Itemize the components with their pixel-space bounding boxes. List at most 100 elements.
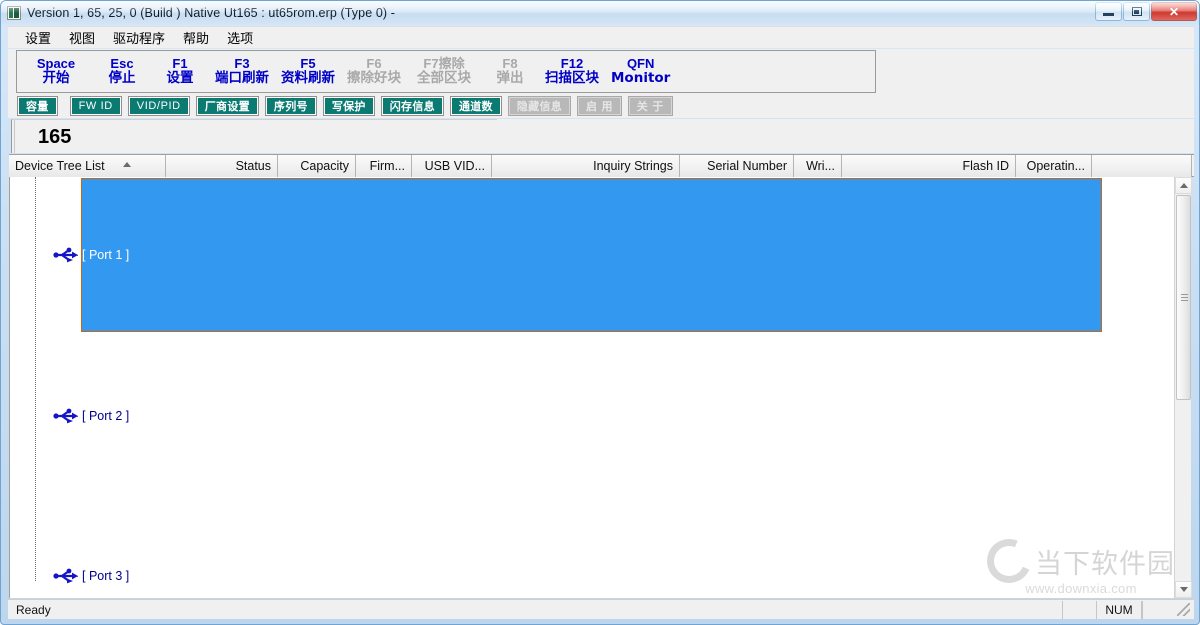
menu-item-settings[interactable]: 设置 (16, 26, 60, 49)
toolbar-button-全部区块: F7擦除 全部区块 (407, 52, 481, 91)
usb-icon-svg (53, 568, 78, 584)
toolbar-button-擦除好块: F6 擦除好块 (341, 52, 407, 91)
usb-icon (53, 247, 79, 263)
resize-grip[interactable] (1177, 603, 1190, 616)
tree-item-port-2[interactable]: [ Port 2 ] (35, 407, 129, 425)
toolbar-button-key: F1 (172, 55, 188, 71)
toolbar-button-label: 停止 (108, 70, 136, 87)
column-header-device-tree-list[interactable]: Device Tree List (9, 155, 166, 177)
status-pane-blank-2 (1142, 601, 1176, 619)
menu-item-driver[interactable]: 驱动程序 (104, 26, 174, 49)
tab-关 于: 关 于 (628, 97, 672, 115)
chevron-up-icon (1179, 183, 1188, 188)
chevron-down-icon (1179, 587, 1188, 592)
tab-启 用: 启 用 (578, 97, 621, 115)
column-header-label: Inquiry Strings (593, 159, 673, 173)
application-window: Version 1, 65, 25, 0 (Build ) Native Ut1… (0, 0, 1200, 625)
tab-strip: 容量 FW ID VID/PID 厂商设置 序列号 写保护 闪存信息 通道数 隐藏信息启 用关 … (8, 94, 1194, 118)
status-panes: NUM (1062, 601, 1176, 619)
device-tree-list[interactable]: [ Port 1 ] [ Port 2 ] [Port 3] (9, 177, 1177, 598)
toolbar-button-资料刷新[interactable]: F5 资料刷新 (275, 52, 341, 91)
tab-序列号[interactable]: 序列号 (265, 97, 316, 115)
column-header-capacity[interactable]: Capacity (278, 155, 356, 177)
column-header-usb-vid-[interactable]: USB VID... (412, 155, 492, 177)
column-header-label: Flash ID (962, 159, 1009, 173)
column-header-label: Capacity (300, 159, 349, 173)
window-controls: ✕ (1095, 2, 1197, 21)
tree-item-label: [ Port 2 ] (82, 409, 130, 423)
tab-容量[interactable]: 容量 (18, 97, 57, 115)
menu-bar: 设置 视图 驱动程序 帮助 选项 (8, 26, 1194, 48)
toolbar-button-label: 资料刷新 (281, 70, 335, 87)
minimize-button[interactable] (1095, 2, 1122, 21)
column-header-label: Firm... (369, 159, 405, 173)
menu-item-view[interactable]: 视图 (60, 26, 104, 49)
tree-item-port-1[interactable]: [ Port 1 ] (35, 246, 129, 264)
toolbar-button-弹出: F8 弹出 (481, 52, 539, 91)
close-icon: ✕ (1168, 4, 1180, 19)
tree-connector-line (35, 177, 36, 581)
app-icon (7, 6, 21, 20)
tree-item-label: [ Port 3 ] (82, 569, 130, 583)
tab-隐藏信息: 隐藏信息 (508, 97, 571, 115)
tab-闪存信息[interactable]: 闪存信息 (381, 97, 443, 115)
title-bar[interactable]: Version 1, 65, 25, 0 (Build ) Native Ut1… (1, 1, 1199, 25)
selected-row-highlight (81, 178, 1102, 332)
toolbar-button-端口刷新[interactable]: F3 端口刷新 (209, 52, 275, 91)
window-title: Version 1, 65, 25, 0 (Build ) Native Ut1… (27, 6, 395, 20)
column-header-wri-[interactable]: Wri... (794, 155, 842, 177)
scrollbar-thumb[interactable] (1176, 195, 1191, 400)
column-header-firm-[interactable]: Firm... (356, 155, 412, 177)
tab-VID/PID[interactable]: VID/PID (128, 97, 189, 115)
maximize-button[interactable] (1123, 2, 1150, 21)
column-header-label: Operatin... (1026, 159, 1085, 173)
toolbar-button-label: 扫描区块 (545, 70, 599, 87)
column-header-label: USB VID... (424, 159, 485, 173)
tree-item-port-3[interactable]: [ Port 3 ] (35, 567, 129, 585)
menu-item-help[interactable]: 帮助 (174, 26, 218, 49)
close-button[interactable]: ✕ (1151, 2, 1197, 21)
column-header-serial-number[interactable]: Serial Number (680, 155, 794, 177)
toolbar-button-停止[interactable]: Esc 停止 (93, 52, 151, 91)
chip-info-panel: 165 (11, 119, 497, 153)
chip-number-value: 165 (38, 126, 72, 148)
toolbar-button-label: 擦除好块 (347, 70, 401, 87)
column-header-row: Device Tree List Status Capacity Firm... USB… (9, 154, 1194, 177)
toolbar-button-开始[interactable]: Space 开始 (19, 52, 93, 91)
toolbar-button-扫描区块[interactable]: F12 扫描区块 (539, 52, 605, 91)
sort-ascending-icon (123, 162, 131, 167)
status-pane-blank-1 (1062, 601, 1096, 619)
status-bar: Ready NUM (8, 599, 1194, 619)
column-header-operatin-[interactable]: Operatin... (1016, 155, 1092, 177)
status-message: Ready (16, 602, 51, 617)
toolbar-button-label: 全部区块 (417, 70, 471, 87)
column-header-label: Serial Number (707, 159, 787, 173)
usb-icon-svg (53, 247, 78, 263)
toolbar-button-label: 开始 (42, 70, 70, 87)
scroll-up-button[interactable] (1175, 177, 1192, 194)
tab-通道数[interactable]: 通道数 (450, 97, 501, 115)
toolbar-button-label: 端口刷新 (215, 70, 269, 87)
tab-写保护[interactable]: 写保护 (323, 97, 374, 115)
toolbar: Space 开始 Esc 停止 F1 设置 F3 端口刷新 F5 资料刷新 F6 擦除好块 F7擦除 全部… (8, 49, 1194, 94)
toolbar-button-label: 弹出 (496, 70, 524, 87)
column-header-status[interactable]: Status (166, 155, 278, 177)
toolbar-button-设置[interactable]: F1 设置 (151, 52, 209, 91)
scroll-down-button[interactable] (1175, 581, 1192, 598)
column-header-blank[interactable] (1092, 155, 1192, 177)
column-header-inquiry-strings[interactable]: Inquiry Strings (492, 155, 680, 177)
column-header-flash-id[interactable]: Flash ID (842, 155, 1016, 177)
column-header-label: Wri... (806, 159, 835, 173)
tree-item-label: [ Port 1 ] (82, 248, 130, 262)
vertical-scrollbar[interactable] (1174, 177, 1192, 598)
toolbar-button-key: QFN (626, 55, 655, 71)
toolbar-button-label: Monitor (611, 70, 671, 87)
maximize-icon (1131, 7, 1142, 16)
toolbar-button-Monitor[interactable]: QFN Monitor (605, 52, 676, 91)
status-num-indicator: NUM (1096, 601, 1142, 619)
menu-item-options[interactable]: 选项 (218, 26, 262, 49)
tab-厂商设置[interactable]: 厂商设置 (196, 97, 258, 115)
tab-FW ID[interactable]: FW ID (70, 97, 121, 115)
toolbar-buttons: Space 开始 Esc 停止 F1 设置 F3 端口刷新 F5 资料刷新 F6 擦除好块 F7擦除 全部… (16, 50, 876, 93)
toolbar-button-label: 设置 (166, 70, 194, 87)
